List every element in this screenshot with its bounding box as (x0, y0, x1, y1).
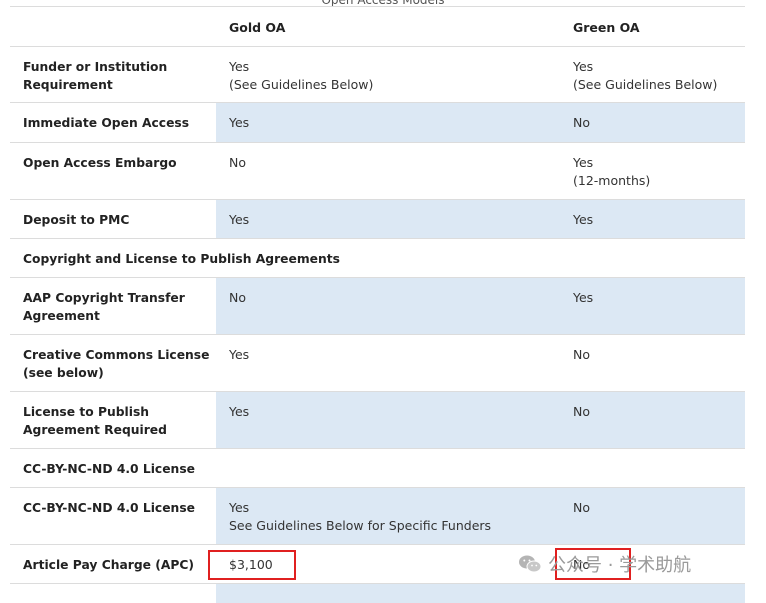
table-row: Deposit to PMC Yes Yes (10, 200, 745, 239)
green-value: No (560, 488, 745, 544)
header-gold-oa: Gold OA (229, 20, 286, 35)
section-row: CC-BY-NC-ND 4.0 License (10, 449, 745, 488)
section-heading: CC-BY-NC-ND 4.0 License (23, 462, 195, 476)
header-empty-cell (10, 7, 216, 46)
table-row: Funder or Institution Requirement Yes (S… (10, 47, 745, 103)
gold-value: Yes (216, 200, 560, 238)
green-value: Yes (560, 278, 745, 334)
gold-value: Yes See Guidelines Below for Specific Fu… (216, 488, 560, 544)
gold-value: No (216, 278, 560, 334)
row-label: Article Pay Charge (APC) (23, 558, 195, 572)
green-value: No (560, 103, 745, 142)
green-value: No (573, 347, 590, 362)
section-heading: Copyright and License to Publish Agreeme… (23, 252, 340, 266)
green-value: Yes (12-months) (573, 155, 651, 188)
table-row: Creative Commons License (see below) Yes… (10, 335, 745, 392)
highlight-box-apc-gold (208, 550, 296, 580)
row-label: CC-BY-NC-ND 4.0 License (23, 501, 195, 515)
gold-value: Yes (216, 103, 560, 142)
table-row: CC-BY-NC-ND 4.0 License Yes See Guidelin… (10, 488, 745, 545)
table-row: Open Access Embargo No Yes (12-months) (10, 143, 745, 200)
row-label: Deposit to PMC (23, 213, 130, 227)
table-row: AAP Copyright Transfer Agreement No Yes (10, 278, 745, 335)
gold-value: Yes (229, 347, 250, 362)
gold-value: Yes (216, 392, 560, 448)
watermark-text: 公众号 · 学术助航 (548, 555, 692, 576)
green-value: Yes (560, 200, 745, 238)
row-label: AAP Copyright Transfer Agreement (23, 291, 185, 323)
gold-value: No (229, 155, 246, 170)
row-label: Open Access Embargo (23, 156, 177, 170)
table-row: License to Publish Agreement Required Ye… (10, 392, 745, 449)
table-header-row: Gold OA Green OA (10, 7, 745, 47)
watermark: 公众号 · 学术助航 (518, 550, 691, 578)
next-row-shading (216, 584, 745, 603)
row-label: Immediate Open Access (23, 116, 190, 130)
gold-value: Yes (See Guidelines Below) (229, 59, 374, 92)
section-row: Copyright and License to Publish Agreeme… (10, 239, 745, 278)
row-label: Funder or Institution Requirement (23, 60, 168, 92)
green-value: Yes (See Guidelines Below) (573, 59, 718, 92)
wechat-icon (519, 555, 542, 573)
row-label: License to Publish Agreement Required (23, 405, 167, 437)
table-row: Immediate Open Access Yes No (10, 103, 745, 143)
green-value: No (560, 392, 745, 448)
header-green-oa: Green OA (573, 20, 640, 35)
row-label: Creative Commons License (see below) (23, 348, 210, 380)
